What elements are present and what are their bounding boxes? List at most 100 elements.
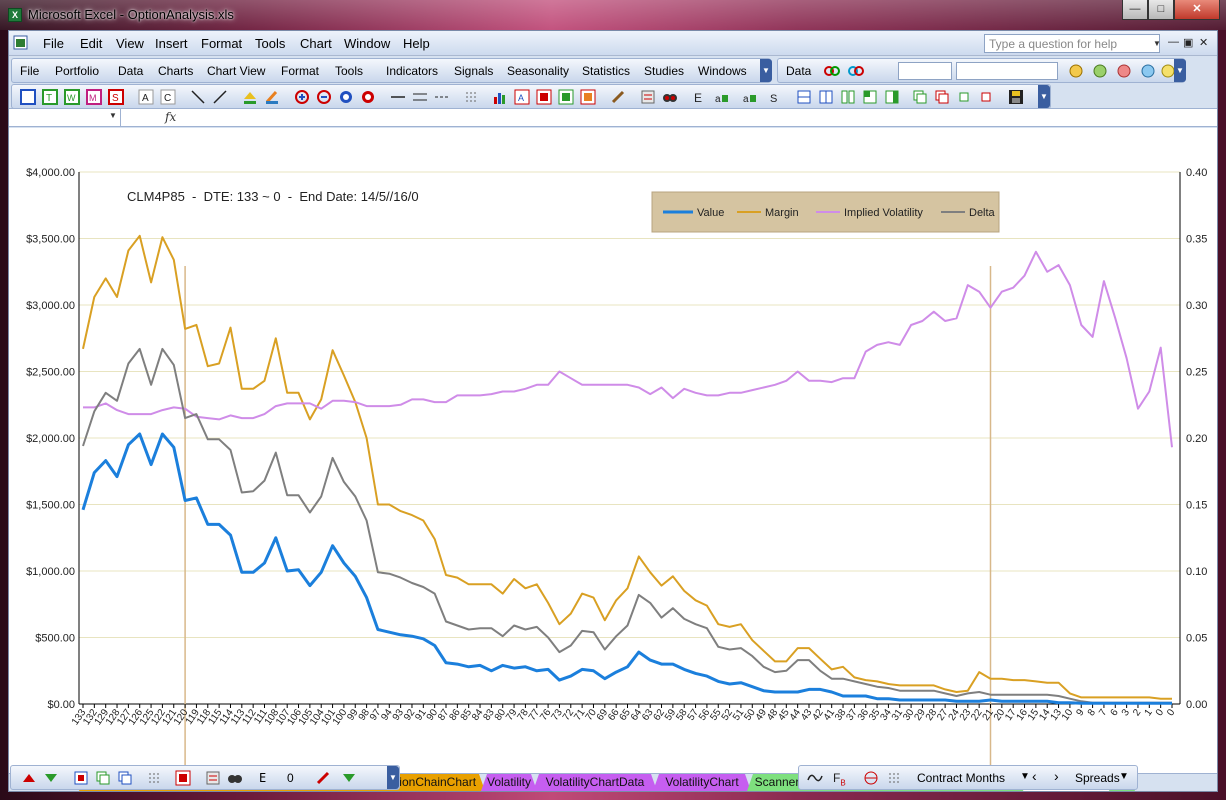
addin-format-menu[interactable]: Format	[281, 64, 319, 78]
menu-insert[interactable]: Insert	[155, 36, 188, 51]
settings-list-icon[interactable]	[887, 770, 903, 786]
chart-type-icon[interactable]	[492, 89, 508, 105]
find-icon[interactable]	[227, 770, 243, 786]
export-e-icon[interactable]: E	[692, 89, 708, 105]
binoculars-icon[interactable]	[662, 89, 678, 105]
move-up-icon[interactable]	[21, 770, 37, 786]
fill-color-icon[interactable]	[242, 89, 258, 105]
save-icon[interactable]	[1008, 89, 1024, 105]
update-icon[interactable]	[1116, 63, 1132, 79]
insert-sheet-icon[interactable]	[73, 770, 89, 786]
minimize-button[interactable]: —	[1122, 0, 1148, 20]
sync-icon[interactable]	[1092, 63, 1108, 79]
annotation-a-icon[interactable]: A	[138, 89, 154, 105]
addin-data-menu[interactable]: Data	[118, 64, 143, 78]
marker-w-icon[interactable]: W	[64, 89, 80, 105]
maximize-button[interactable]: □	[1148, 0, 1174, 20]
layout-rows-icon[interactable]	[796, 89, 812, 105]
dashed-line-icon[interactable]	[434, 89, 450, 105]
prev-month-icon[interactable]: ‹	[1032, 768, 1037, 784]
menu-tools[interactable]: Tools	[255, 36, 285, 51]
series-d-icon[interactable]	[580, 89, 596, 105]
value-unlock-icon[interactable]: a	[742, 89, 758, 105]
addin-windows-menu[interactable]: Windows	[698, 64, 747, 78]
copy-sheet-icon[interactable]	[95, 770, 111, 786]
contract-months-dropdown-icon[interactable]: ▼	[1020, 771, 1030, 782]
menu-format[interactable]: Format	[201, 36, 242, 51]
link-icon[interactable]	[824, 63, 840, 79]
grid-toggle-icon[interactable]	[464, 89, 480, 105]
theta-icon[interactable]	[863, 770, 879, 786]
mdi-minimize-icon[interactable]: —	[1168, 36, 1179, 48]
collapse-icon[interactable]	[341, 770, 357, 786]
function-icon[interactable]: fx	[165, 110, 176, 124]
series-c-icon[interactable]	[558, 89, 574, 105]
addin-file-menu[interactable]: File	[20, 64, 39, 78]
fx-b-button[interactable]: FB	[833, 771, 846, 787]
contract-months-menu[interactable]: Contract Months	[917, 771, 1005, 785]
addin-statistics-menu[interactable]: Statistics	[582, 64, 630, 78]
list-icon[interactable]	[147, 770, 163, 786]
red-box-icon[interactable]	[978, 89, 994, 105]
copy-chart-icon[interactable]	[912, 89, 928, 105]
double-line-icon[interactable]	[412, 89, 428, 105]
addin-charts-menu[interactable]: Charts	[158, 64, 193, 78]
bottom-left-options-icon[interactable]: ▼	[387, 766, 399, 789]
table-properties-icon[interactable]	[205, 770, 221, 786]
scale-icon[interactable]: S	[768, 89, 784, 105]
menu-view[interactable]: View	[116, 36, 144, 51]
line-color-icon[interactable]	[264, 89, 280, 105]
value-lock-icon[interactable]: a	[714, 89, 730, 105]
spreads-menu[interactable]: Spreads	[1075, 771, 1120, 785]
mdi-restore-icon[interactable]: ▣	[1183, 36, 1193, 49]
pan-icon[interactable]	[338, 89, 354, 105]
menu-file[interactable]: File	[43, 36, 64, 51]
contract-select[interactable]	[956, 62, 1058, 80]
addin-chartview-menu[interactable]: Chart View	[207, 64, 265, 78]
name-box-dropdown-icon[interactable]: ▼	[109, 111, 117, 120]
layout-side-icon[interactable]	[884, 89, 900, 105]
menu-window[interactable]: Window	[344, 36, 390, 51]
addin-studies-menu[interactable]: Studies	[644, 64, 684, 78]
draw-frame-icon[interactable]	[20, 89, 36, 105]
refresh-icon[interactable]	[1068, 63, 1084, 79]
download-icon[interactable]	[1140, 63, 1156, 79]
series-a-icon[interactable]: A	[514, 89, 530, 105]
zero-button[interactable]: 0	[287, 771, 294, 785]
addin-portfolio-menu[interactable]: Portfolio	[55, 64, 99, 78]
toolbar-options-icon[interactable]: ▼	[760, 59, 772, 82]
addin-seasonality-menu[interactable]: Seasonality	[507, 64, 569, 78]
line-tool-icon[interactable]	[190, 89, 206, 105]
annotation-c-icon[interactable]: C	[160, 89, 176, 105]
layout-cols-icon[interactable]	[818, 89, 834, 105]
help-dropdown-icon[interactable]: ▼	[1152, 34, 1162, 53]
horizontal-line-icon[interactable]	[390, 89, 406, 105]
marker-s-icon[interactable]: S	[108, 89, 124, 105]
properties-icon[interactable]	[640, 89, 656, 105]
mdi-close-icon[interactable]: ✕	[1199, 36, 1208, 49]
paste-chart-icon[interactable]	[934, 89, 950, 105]
chart-tools-options-icon[interactable]: ▼	[1038, 85, 1050, 108]
addin-tools-menu[interactable]: Tools	[335, 64, 363, 78]
menu-edit[interactable]: Edit	[80, 36, 102, 51]
unlink-icon[interactable]	[848, 63, 864, 79]
zoom-in-icon[interactable]	[294, 89, 310, 105]
layout-split-icon[interactable]	[840, 89, 856, 105]
help-search-input[interactable]: Type a question for help	[984, 34, 1160, 53]
historic-chart[interactable]: $4,000.00 0.40 $3,500.00 0.35 $3,000.00 0.30 $…	[9, 128, 1217, 773]
chart-sheet-icon[interactable]	[175, 770, 191, 786]
marker-m-icon[interactable]: M	[86, 89, 102, 105]
symbol-select[interactable]	[898, 62, 952, 80]
trendline-tool-icon[interactable]	[212, 89, 228, 105]
move-down-icon[interactable]	[43, 770, 59, 786]
addin-indicators-menu[interactable]: Indicators	[386, 64, 438, 78]
export-e-button[interactable]: E	[259, 771, 266, 785]
menu-chart[interactable]: Chart	[300, 36, 332, 51]
chart-sheet[interactable]: $4,000.00 0.40 $3,500.00 0.35 $3,000.00 0.30 $…	[9, 128, 1217, 773]
green-box-icon[interactable]	[956, 89, 972, 105]
brush-icon[interactable]	[610, 89, 626, 105]
data-menu[interactable]: Data	[786, 64, 811, 78]
zoom-out-icon[interactable]	[316, 89, 332, 105]
menu-help[interactable]: Help	[403, 36, 430, 51]
reset-view-icon[interactable]	[360, 89, 376, 105]
